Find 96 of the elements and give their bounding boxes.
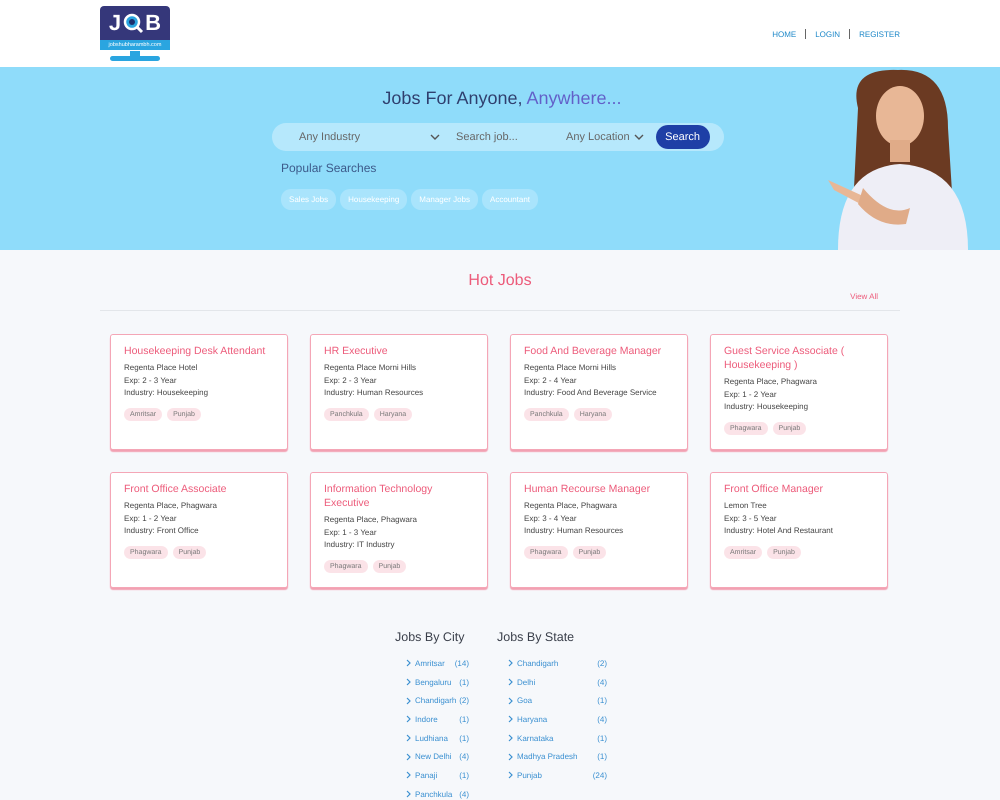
company-name: Regenta Place, Phagwara [524,500,618,512]
location-link[interactable]: Haryana [517,714,548,724]
job-count: (1) [597,752,607,762]
view-all-link[interactable]: View All [850,292,878,301]
job-title[interactable]: Guest Service Associate ( Housekeeping ) [724,344,874,372]
chevron-right-icon [508,659,513,668]
company-name: Regenta Place, Phagwara [324,514,418,526]
location-link[interactable]: Amritsar [415,658,445,668]
job-count: (1) [459,770,469,780]
experience: Exp: 3 - 5 Year [724,512,778,525]
experience: Exp: 3 - 4 Year [524,512,578,525]
experience: Exp: 2 - 3 Year [324,374,378,387]
industry: Industry: Hotel And Restaurant [724,525,834,537]
job-count: (4) [459,790,469,799]
job-count: (1) [459,714,469,724]
company-name: Regenta Place, Phagwara [124,500,218,512]
job-count: (1) [459,734,469,743]
popular-searches-title: Popular Searches [281,161,378,175]
job-title[interactable]: Housekeeping Desk Attendant [124,344,274,358]
location-link[interactable]: Chandigarh [517,658,558,668]
experience: Exp: 1 - 3 Year [324,526,378,539]
job-title[interactable]: Food And Beverage Manager [524,344,674,358]
job-title[interactable]: Human Recourse Manager [524,482,674,496]
industry: Industry: Housekeeping [124,387,210,399]
job-count: (1) [459,678,469,687]
industry: Industry: Human Resources [324,387,424,399]
chevron-right-icon [508,734,513,742]
experience: Exp: 2 - 3 Year [124,374,178,387]
list-title: Jobs By State [497,630,576,644]
chevron-right-icon [508,678,513,686]
company-name: Regenta Place Hotel [124,362,198,374]
job-count: (2) [459,696,469,706]
chevron-right-icon [406,790,411,798]
job-title[interactable]: Information Technology Executive [324,482,474,510]
job-count: (2) [597,658,607,668]
industry: Industry: Human Resources [524,525,624,537]
nav-link[interactable]: HOME [772,30,796,38]
nav-link[interactable]: LOGIN [815,30,840,38]
company-name: Regenta Place Morni Hills [524,362,618,374]
location-link[interactable]: Chandigarh [415,696,456,706]
monitor-stand-icon [110,51,160,61]
chevron-right-icon [406,659,411,668]
company-name: Lemon Tree [724,500,768,512]
chevron-right-icon [406,715,411,724]
location-link[interactable]: Delhi [517,678,536,687]
job-count: (1) [597,734,607,743]
job-count: (14) [454,658,469,668]
chevron-right-icon [508,696,513,705]
location-select[interactable]: Any Location [566,131,644,143]
logo-letter: B [145,10,162,36]
location-link[interactable]: Panchkula [415,790,452,799]
job-count: (4) [459,752,469,762]
experience: Exp: 1 - 2 Year [124,512,178,525]
section-title: Hot Jobs [467,272,533,290]
chevron-right-icon [508,715,513,724]
nav-link[interactable]: REGISTER [859,30,900,38]
hero-title: Jobs For Anyone, Anywhere... [381,88,623,109]
job-title[interactable]: Front Office Associate [124,482,274,496]
company-name: Regenta Place, Phagwara [724,376,818,388]
logo-letter: J [108,10,122,36]
chevron-down-icon [430,134,440,140]
location-link[interactable]: Ludhiana [415,734,448,743]
location-link[interactable]: Panaji [415,770,438,780]
chevron-right-icon [508,771,513,780]
chevron-right-icon [508,752,513,761]
location-link[interactable]: Karnataka [517,734,554,743]
chevron-right-icon [406,771,411,780]
industry: Industry: Housekeeping [724,401,810,413]
search-button[interactable]: Search [656,125,710,149]
location-link[interactable]: Goa [517,696,532,706]
industry: Industry: Front Office [124,525,200,537]
job-title[interactable]: HR Executive [324,344,474,358]
location-link[interactable]: Bengaluru [415,678,452,687]
industry-select[interactable]: Any Industry [272,131,442,143]
company-name: Regenta Place Morni Hills [324,362,418,374]
experience: Exp: 1 - 2 Year [724,388,778,401]
magnifier-icon [122,12,144,34]
chevron-right-icon [406,752,411,761]
job-count: (1) [597,696,607,706]
job-count: (24) [592,770,607,780]
job-count: (4) [597,714,607,724]
job-count: (4) [597,678,607,687]
location-link[interactable]: Madhya Pradesh [517,752,578,762]
location-link[interactable]: New Delhi [415,752,452,762]
chevron-down-icon [634,134,644,140]
location-link[interactable]: Punjab [517,770,542,780]
chevron-right-icon [406,734,411,742]
chevron-right-icon [406,678,411,686]
experience: Exp: 2 - 4 Year [524,374,578,387]
location-link[interactable]: Indore [415,714,438,724]
industry: Industry: Food And Beverage Service [524,387,658,399]
list-title: Jobs By City [395,630,466,644]
job-title[interactable]: Front Office Manager [724,482,874,496]
industry: Industry: IT Industry [324,539,396,551]
chevron-right-icon [406,696,411,705]
search-field[interactable]: Search job... [456,131,566,143]
